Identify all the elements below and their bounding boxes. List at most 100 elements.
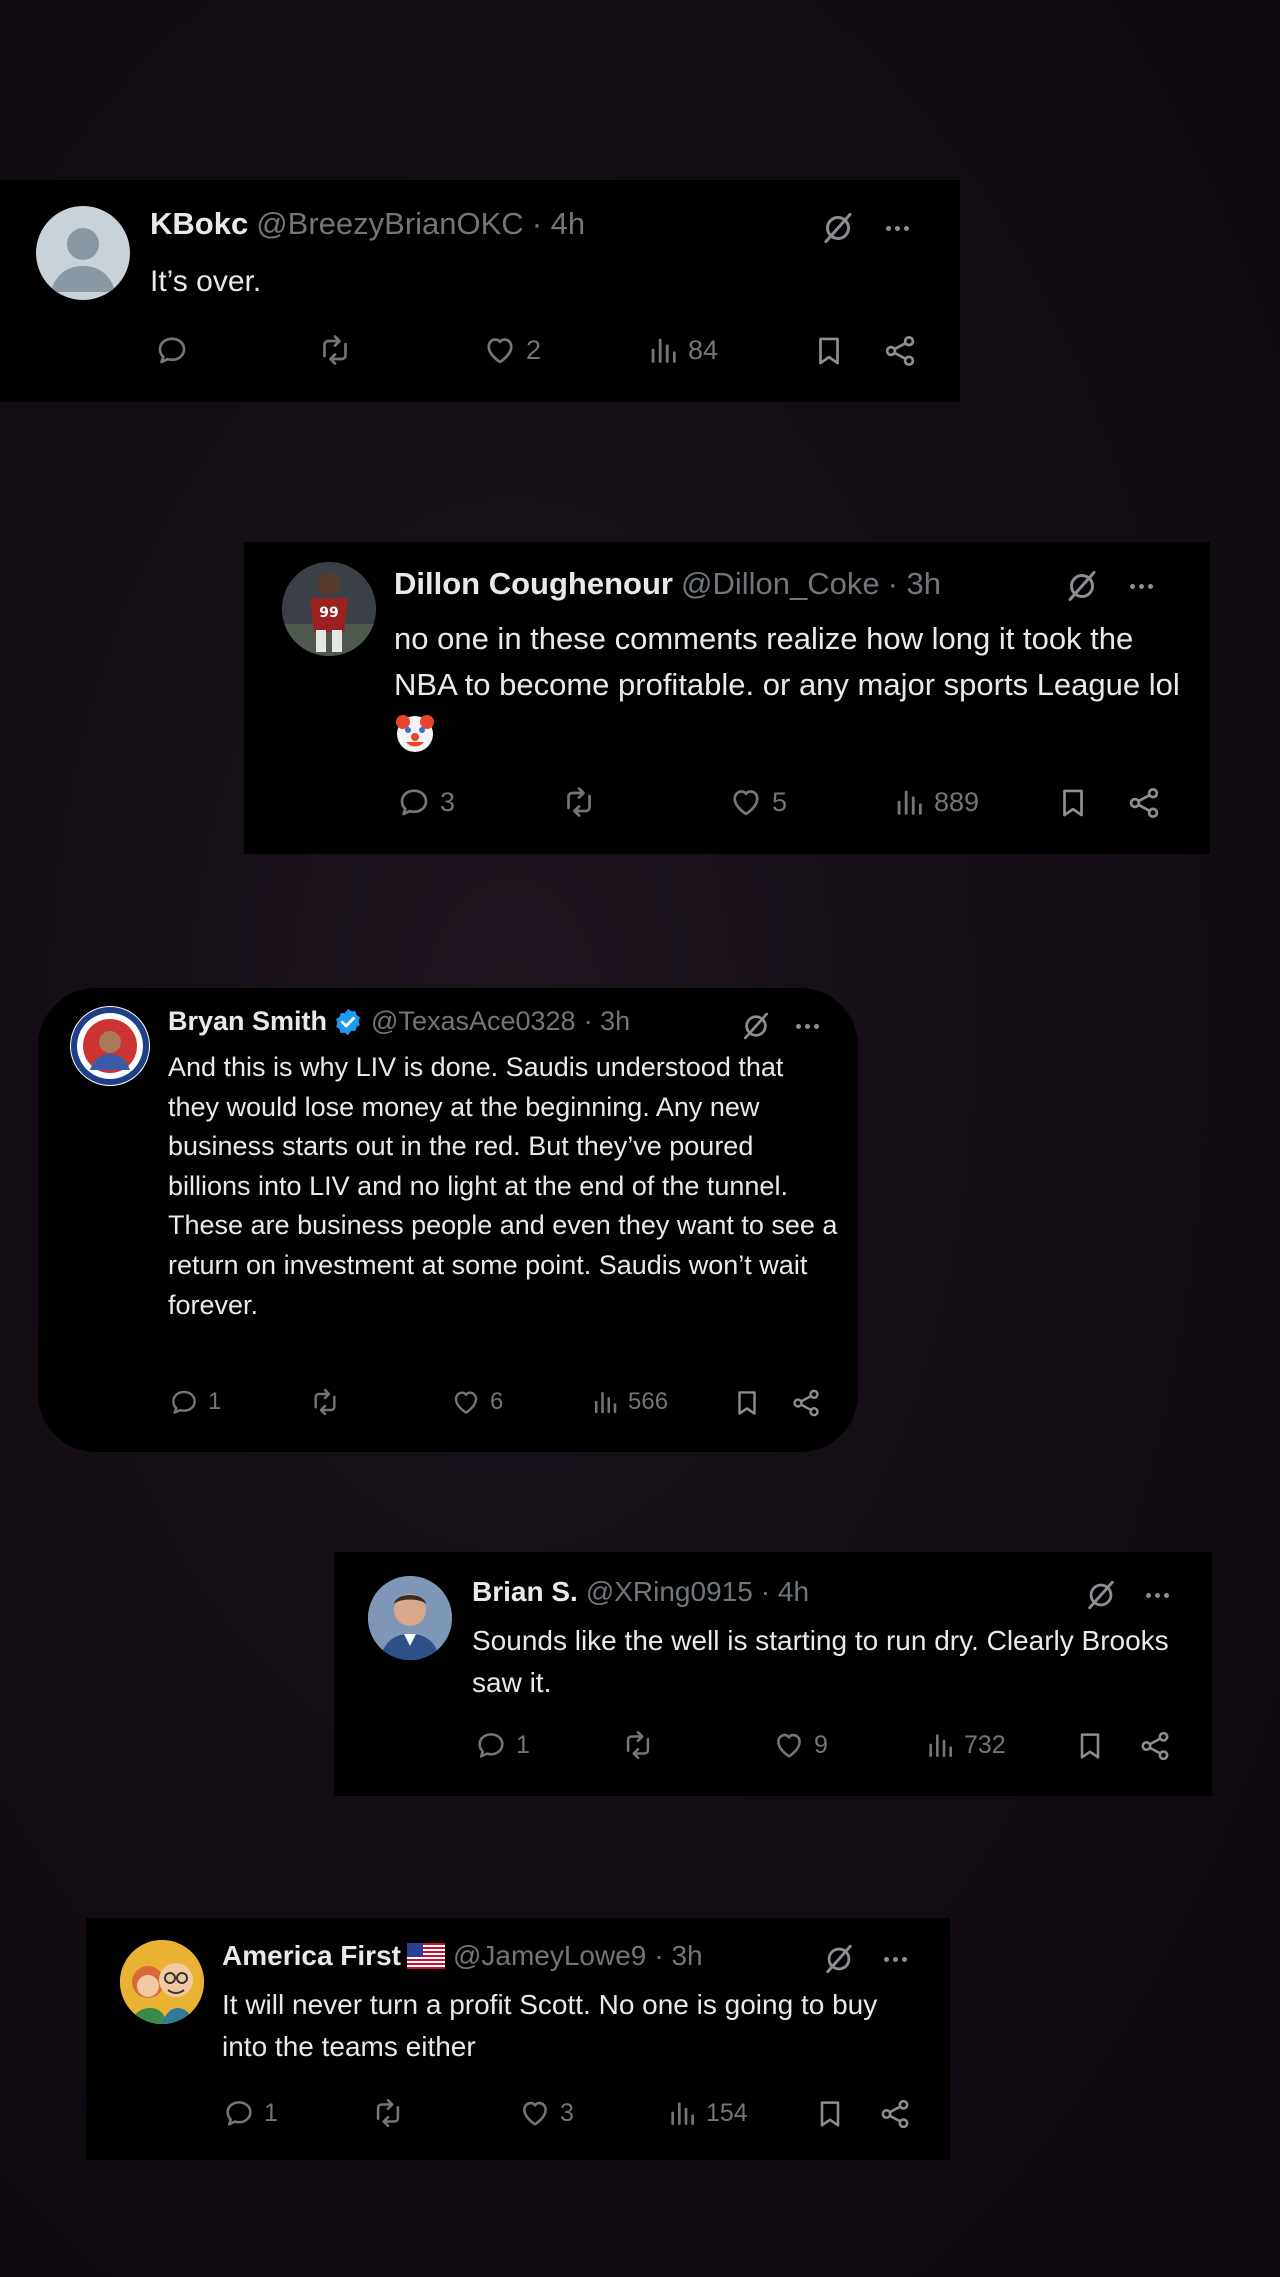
bookmark-icon bbox=[732, 1386, 762, 1420]
like-count: 2 bbox=[526, 334, 542, 365]
tweet-text: It’s over. bbox=[150, 265, 262, 298]
like-count: 9 bbox=[814, 1730, 828, 1759]
retweet-icon bbox=[560, 784, 598, 820]
timestamp[interactable]: · 3h bbox=[584, 1006, 631, 1037]
clown-face-icon bbox=[396, 714, 434, 752]
bookmark-button[interactable] bbox=[1056, 784, 1090, 822]
bookmark-button[interactable] bbox=[732, 1386, 762, 1420]
bookmark-button[interactable] bbox=[1074, 1728, 1106, 1764]
avatar[interactable] bbox=[368, 1576, 452, 1660]
tweet-card[interactable]: America First @JameyLowe9 · 3h It will n… bbox=[86, 1918, 950, 2160]
grok-icon[interactable] bbox=[740, 1010, 772, 1042]
handle[interactable]: @XRing0915 bbox=[586, 1576, 753, 1608]
tweet-text: It will never turn a profit Scott. No on… bbox=[222, 1989, 878, 2062]
display-name[interactable]: Brian S. bbox=[472, 1576, 578, 1608]
bookmark-button[interactable] bbox=[812, 332, 846, 370]
retweet-icon bbox=[308, 1386, 342, 1418]
like-icon bbox=[518, 2096, 552, 2130]
handle[interactable]: @TexasAce0328 bbox=[371, 1006, 576, 1037]
views-button[interactable]: 732 bbox=[924, 1728, 1006, 1762]
more-icon[interactable] bbox=[1146, 1592, 1169, 1598]
tweet-card[interactable]: KBokc @BreezyBrianOKC · 4h It’s over. 2 … bbox=[0, 180, 960, 402]
like-button[interactable]: 3 bbox=[518, 2096, 574, 2130]
more-icon[interactable] bbox=[884, 1956, 907, 1962]
tweet-card[interactable]: 99 Dillon Coughenour @Dillon_Coke · 3h n… bbox=[244, 542, 1210, 854]
grok-icon[interactable] bbox=[820, 210, 856, 246]
reply-button[interactable]: 1 bbox=[222, 2096, 278, 2130]
timestamp[interactable]: · 3h bbox=[888, 566, 941, 602]
reply-icon bbox=[474, 1728, 508, 1762]
retweet-button[interactable] bbox=[620, 1728, 656, 1762]
display-name[interactable]: Bryan Smith bbox=[168, 1006, 327, 1037]
us-flag-icon bbox=[406, 1943, 445, 1969]
views-button[interactable]: 84 bbox=[646, 332, 718, 368]
more-icon[interactable] bbox=[1130, 583, 1153, 589]
share-button[interactable] bbox=[882, 332, 918, 370]
share-button[interactable] bbox=[790, 1386, 822, 1420]
bookmark-icon bbox=[1056, 784, 1090, 822]
share-button[interactable] bbox=[1138, 1728, 1172, 1764]
reply-button[interactable] bbox=[154, 332, 190, 368]
tweet-header: KBokc @BreezyBrianOKC · 4h bbox=[150, 206, 585, 242]
reply-icon bbox=[168, 1386, 200, 1418]
man-portrait-icon bbox=[368, 1576, 452, 1660]
bookmark-icon bbox=[814, 2096, 846, 2132]
tweet-card[interactable]: Brian S. @XRing0915 · 4h Sounds like the… bbox=[334, 1552, 1212, 1796]
like-icon bbox=[728, 784, 764, 820]
timestamp[interactable]: · 4h bbox=[761, 1576, 809, 1608]
handle[interactable]: @BreezyBrianOKC bbox=[256, 206, 524, 242]
like-count: 3 bbox=[560, 2098, 574, 2127]
share-button[interactable] bbox=[1126, 784, 1162, 822]
avatar[interactable] bbox=[70, 1006, 150, 1086]
reply-count: 1 bbox=[264, 2098, 278, 2127]
like-button[interactable]: 2 bbox=[482, 332, 541, 368]
retweet-button[interactable] bbox=[308, 1386, 342, 1418]
tweet-header: Dillon Coughenour @Dillon_Coke · 3h bbox=[394, 566, 941, 602]
views-button[interactable]: 889 bbox=[892, 784, 979, 820]
like-icon bbox=[772, 1728, 806, 1762]
views-icon bbox=[646, 332, 680, 368]
like-button[interactable]: 5 bbox=[728, 784, 787, 820]
timestamp[interactable]: · 4h bbox=[532, 206, 585, 242]
like-button[interactable]: 6 bbox=[450, 1386, 503, 1418]
more-icon[interactable] bbox=[796, 1023, 819, 1029]
like-icon bbox=[482, 332, 518, 368]
retweet-button[interactable] bbox=[560, 784, 598, 820]
avatar[interactable] bbox=[36, 206, 130, 300]
timestamp[interactable]: · 3h bbox=[654, 1940, 702, 1972]
tweet-header: America First @JameyLowe9 · 3h bbox=[222, 1940, 703, 1972]
grok-icon[interactable] bbox=[1084, 1578, 1118, 1612]
reply-button[interactable]: 1 bbox=[474, 1728, 530, 1762]
view-count: 732 bbox=[964, 1730, 1006, 1759]
grok-icon[interactable] bbox=[1064, 568, 1100, 604]
views-icon bbox=[892, 784, 926, 820]
share-icon bbox=[878, 2096, 912, 2132]
reply-icon bbox=[396, 784, 432, 820]
views-icon bbox=[590, 1386, 620, 1418]
views-button[interactable]: 154 bbox=[666, 2096, 748, 2130]
tweet-card[interactable]: Bryan Smith @TexasAce0328 · 3h And this … bbox=[38, 988, 858, 1452]
retweet-button[interactable] bbox=[370, 2096, 406, 2130]
reply-button[interactable]: 3 bbox=[396, 784, 455, 820]
header-icons bbox=[740, 1010, 819, 1042]
view-count: 154 bbox=[706, 2098, 748, 2127]
reply-button[interactable]: 1 bbox=[168, 1386, 221, 1418]
more-icon[interactable] bbox=[886, 225, 909, 231]
display-name[interactable]: America First bbox=[222, 1940, 401, 1972]
avatar[interactable]: 99 bbox=[282, 562, 376, 656]
views-icon bbox=[666, 2096, 698, 2130]
handle[interactable]: @JameyLowe9 bbox=[453, 1940, 646, 1972]
bookmark-button[interactable] bbox=[814, 2096, 846, 2132]
handle[interactable]: @Dillon_Coke bbox=[681, 566, 880, 602]
display-name[interactable]: Dillon Coughenour bbox=[394, 566, 673, 602]
verified-badge-icon bbox=[336, 1008, 360, 1035]
grok-icon[interactable] bbox=[822, 1942, 856, 1976]
football-player-icon: 99 bbox=[282, 562, 376, 656]
retweet-button[interactable] bbox=[316, 332, 354, 368]
share-button[interactable] bbox=[878, 2096, 912, 2132]
avatar[interactable] bbox=[120, 1940, 204, 2024]
display-name[interactable]: KBokc bbox=[150, 206, 248, 242]
like-button[interactable]: 9 bbox=[772, 1728, 828, 1762]
views-button[interactable]: 566 bbox=[590, 1386, 668, 1418]
header-icons bbox=[1084, 1578, 1169, 1612]
